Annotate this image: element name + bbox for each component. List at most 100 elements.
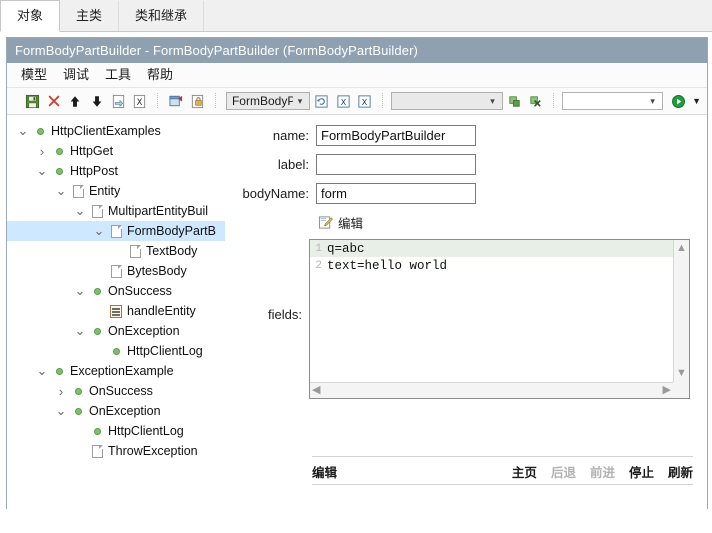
export-xml-icon-2[interactable]: X: [355, 91, 374, 112]
menu-bar: 模型 调试 工具 帮助: [7, 63, 707, 88]
table-icon[interactable]: [166, 91, 185, 112]
window-title-bar: FormBodyPartBuilder - FormBodyPartBuilde…: [7, 38, 707, 63]
status-home-button[interactable]: 主页: [512, 462, 537, 481]
chevron-down-icon[interactable]: ⌄: [91, 221, 107, 241]
save-icon[interactable]: [23, 91, 42, 112]
export-xml-icon[interactable]: X: [333, 91, 352, 112]
secondary-combo[interactable]: ▾: [391, 92, 503, 110]
tab-class-inheritance[interactable]: 类和继承: [119, 1, 205, 31]
chevron-down-icon[interactable]: ⌄: [53, 181, 69, 201]
menu-item-model[interactable]: 模型: [21, 63, 47, 87]
chevron-right-icon[interactable]: ›: [34, 141, 50, 161]
lock-icon[interactable]: [188, 91, 207, 112]
tree-item[interactable]: handleEntity: [7, 301, 225, 321]
fields-label: fields:: [268, 307, 302, 322]
label-input[interactable]: [316, 154, 476, 175]
status-back-button[interactable]: 后退: [551, 462, 576, 481]
name-input[interactable]: [316, 125, 476, 146]
tab-objects[interactable]: 对象: [0, 0, 61, 32]
chevron-down-icon[interactable]: ⌄: [72, 201, 88, 221]
tree-item[interactable]: HttpClientLog: [7, 421, 225, 441]
tree-item[interactable]: TextBody: [7, 241, 225, 261]
tree-item[interactable]: › HttpGet: [7, 141, 225, 161]
add-plugin-icon[interactable]: [505, 91, 524, 112]
tree-item[interactable]: ⌄ OnSuccess: [7, 281, 225, 301]
chevron-down-icon[interactable]: ⌄: [34, 161, 50, 181]
chevron-right-icon[interactable]: ▶: [663, 382, 671, 399]
tab-main-class[interactable]: 主类: [60, 1, 120, 31]
edit-button[interactable]: 编辑: [316, 212, 365, 233]
refresh-object-icon[interactable]: [312, 91, 331, 112]
chevron-right-icon[interactable]: ›: [53, 381, 69, 401]
tree-item-label: HttpClientLog: [127, 344, 203, 358]
node-dot-icon: [31, 121, 49, 141]
run-icon[interactable]: [669, 91, 688, 112]
tab-strip: 对象 主类 类和继承: [0, 0, 712, 32]
chevron-left-icon[interactable]: ◀: [312, 382, 320, 399]
code-area[interactable]: 1 q=abc 2 text=hello world: [310, 240, 673, 382]
tree-item[interactable]: ⌄ HttpPost: [7, 161, 225, 181]
chevron-up-icon[interactable]: ▲: [676, 240, 687, 257]
tree-item[interactable]: BytesBody: [7, 261, 225, 281]
tree-item-label: BytesBody: [127, 264, 187, 278]
chevron-down-icon[interactable]: ⌄: [72, 321, 88, 341]
tree-item[interactable]: ⌄ MultipartEntityBuil: [7, 201, 225, 221]
toolbar-separator-3: [382, 93, 384, 109]
tree-item[interactable]: HttpClientLog: [7, 341, 225, 361]
node-dot-icon: [88, 421, 106, 441]
tree-item[interactable]: ⌄ Entity: [7, 181, 225, 201]
tree-item[interactable]: ⌄ HttpClientExamples: [7, 121, 225, 141]
status-edit-button[interactable]: 编辑: [312, 462, 337, 481]
chevron-down-icon: ▾: [490, 95, 495, 106]
tree-item[interactable]: ⌄ OnException: [7, 321, 225, 341]
tree-item[interactable]: ⌄ FormBodyPartB: [7, 221, 225, 241]
document-icon: [69, 181, 87, 201]
tree-item-label: HttpClientExamples: [51, 124, 161, 138]
tree-item[interactable]: ThrowException: [7, 441, 225, 461]
move-down-icon[interactable]: [87, 91, 106, 112]
status-forward-button[interactable]: 前进: [590, 462, 615, 481]
chevron-down-icon[interactable]: ⌄: [53, 401, 69, 421]
move-up-icon[interactable]: [66, 91, 85, 112]
menu-item-tools[interactable]: 工具: [105, 63, 131, 87]
menu-item-debug[interactable]: 调试: [63, 63, 89, 87]
delete-icon[interactable]: [44, 91, 63, 112]
class-selector-combo[interactable]: FormBodyP ▾: [225, 92, 310, 110]
window-title-text: FormBodyPartBuilder - FormBodyPartBuilde…: [15, 43, 418, 58]
tree-item-label: ThrowException: [108, 444, 198, 458]
import-icon[interactable]: [109, 91, 128, 112]
run-dropdown-icon[interactable]: ▼: [690, 91, 703, 112]
chevron-down-icon[interactable]: ⌄: [15, 121, 31, 141]
tree-item[interactable]: › OnSuccess: [7, 381, 225, 401]
chevron-down-icon[interactable]: ⌄: [72, 281, 88, 301]
status-refresh-button[interactable]: 刷新: [668, 462, 693, 481]
excel-icon[interactable]: X: [130, 91, 149, 112]
node-dot-icon: [107, 341, 125, 361]
chevron-down-icon[interactable]: ▼: [676, 365, 687, 382]
tree-item-label: handleEntity: [127, 304, 196, 318]
tree-item[interactable]: ⌄ ExceptionExample: [7, 361, 225, 381]
tree-item-label: FormBodyPartB: [127, 224, 216, 238]
object-tree[interactable]: ⌄ HttpClientExamples › HttpGet ⌄ HttpPost ⌄ Ent…: [7, 115, 225, 533]
scrollbar-corner: [673, 382, 689, 398]
code-line[interactable]: 1 q=abc: [310, 240, 673, 257]
editor-vertical-scrollbar[interactable]: ▲ ▼: [673, 240, 689, 382]
fields-editor[interactable]: 1 q=abc 2 text=hello world ▲ ▼ ◀ ▶: [309, 239, 690, 399]
node-dot-icon: [69, 381, 87, 401]
target-combo[interactable]: ▾: [562, 92, 663, 110]
tree-item-label: TextBody: [146, 244, 198, 258]
bodyname-input[interactable]: [316, 183, 476, 204]
chevron-down-icon[interactable]: ⌄: [34, 361, 50, 381]
tree-item[interactable]: ⌄ OnException: [7, 401, 225, 421]
menu-item-help[interactable]: 帮助: [147, 63, 173, 87]
remove-plugin-icon[interactable]: [526, 91, 545, 112]
node-dot-icon: [69, 401, 87, 421]
status-stop-button[interactable]: 停止: [629, 462, 654, 481]
mdi-child-window: FormBodyPartBuilder - FormBodyPartBuilde…: [6, 37, 708, 533]
status-bar-divider: [312, 484, 693, 485]
editor-horizontal-scrollbar[interactable]: ◀ ▶: [310, 382, 673, 398]
tree-item-label: HttpClientLog: [108, 424, 184, 438]
code-line[interactable]: 2 text=hello world: [310, 257, 673, 274]
